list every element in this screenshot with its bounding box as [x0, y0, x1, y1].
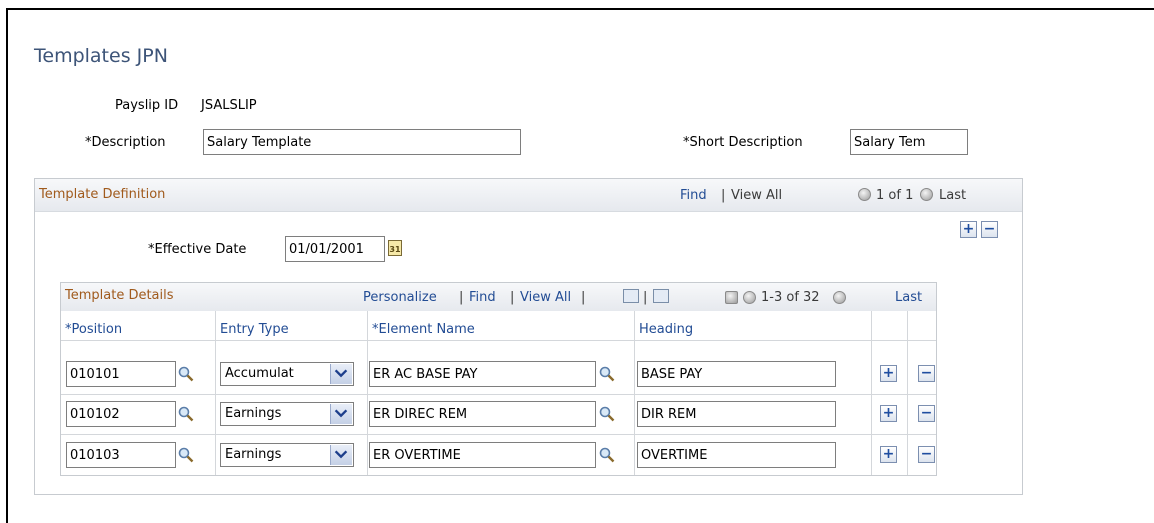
position-input[interactable] — [66, 442, 176, 468]
search-icon[interactable] — [178, 447, 194, 463]
search-icon[interactable] — [599, 406, 615, 422]
calendar-icon[interactable]: 31 — [388, 240, 402, 256]
next-icon[interactable] — [833, 291, 846, 304]
personalize-link[interactable]: Personalize — [363, 290, 437, 305]
column-divider — [215, 340, 216, 475]
row-divider — [61, 394, 936, 395]
payslip-id-value: JSALSLIP — [201, 98, 257, 113]
add-row-icon[interactable]: + — [880, 405, 897, 422]
chevron-down-icon — [330, 364, 352, 384]
delete-row-icon[interactable]: − — [918, 365, 935, 382]
search-icon[interactable] — [178, 366, 194, 382]
effective-date-label: *Effective Date — [148, 242, 247, 257]
column-divider — [907, 340, 908, 475]
separator: | — [643, 290, 648, 305]
heading-input[interactable] — [637, 442, 836, 468]
column-divider — [871, 340, 872, 475]
separator: | — [581, 290, 586, 305]
description-input[interactable] — [203, 129, 521, 155]
template-definition-title: Template Definition — [39, 187, 166, 202]
add-row-icon[interactable]: + — [960, 221, 977, 238]
column-divider — [367, 340, 368, 475]
description-label: *Description — [85, 135, 166, 150]
short-description-label: *Short Description — [683, 135, 803, 150]
view-all-link[interactable]: View All — [520, 290, 571, 305]
element-name-input[interactable] — [369, 401, 596, 427]
payslip-id-label: Payslip ID — [115, 98, 179, 113]
separator: | — [721, 188, 726, 203]
last-link[interactable]: Last — [939, 188, 966, 203]
row-divider — [61, 434, 936, 435]
row-count: 1-3 of 32 — [761, 290, 820, 305]
separator: | — [510, 290, 515, 305]
previous-icon[interactable] — [743, 291, 756, 304]
entry-type-select[interactable]: Accumulat — [220, 362, 354, 386]
row-count: 1 of 1 — [876, 188, 914, 203]
element-name-column-header[interactable]: *Element Name — [368, 311, 635, 341]
page-title: Templates JPN — [34, 45, 168, 67]
next-icon[interactable] — [920, 188, 933, 201]
add-column-header — [872, 311, 908, 341]
element-name-input[interactable] — [369, 361, 596, 387]
entry-type-select[interactable]: Earnings — [220, 443, 354, 467]
position-column-header[interactable]: *Position — [61, 311, 216, 341]
short-description-input[interactable] — [850, 129, 968, 155]
template-definition-header: Template Definition Find | View All 1 of… — [35, 179, 1022, 212]
effective-date-input[interactable] — [285, 236, 385, 262]
position-input[interactable] — [66, 361, 176, 387]
chevron-down-icon — [330, 404, 352, 424]
column-divider — [634, 340, 635, 475]
chevron-down-icon — [330, 445, 352, 465]
download-grid-icon[interactable] — [653, 289, 669, 303]
delete-row-icon[interactable]: − — [981, 221, 998, 238]
last-link[interactable]: Last — [895, 290, 922, 305]
entry-type-column-header[interactable]: Entry Type — [216, 311, 368, 341]
separator: | — [459, 290, 464, 305]
view-all-link[interactable]: View All — [731, 188, 782, 203]
entry-type-select[interactable]: Earnings — [220, 402, 354, 426]
template-details-title: Template Details — [65, 288, 174, 303]
heading-input[interactable] — [637, 361, 836, 387]
template-details-header: Template Details Personalize | Find | Vi… — [61, 283, 936, 312]
find-link[interactable]: Find — [680, 188, 707, 203]
delete-row-icon[interactable]: − — [918, 405, 935, 422]
first-page-icon[interactable] — [725, 291, 738, 304]
find-link[interactable]: Find — [469, 290, 496, 305]
heading-column-header[interactable]: Heading — [635, 311, 872, 341]
search-icon[interactable] — [178, 406, 194, 422]
heading-input[interactable] — [637, 401, 836, 427]
remove-column-header — [908, 311, 936, 341]
position-input[interactable] — [66, 401, 176, 427]
previous-icon[interactable] — [858, 188, 871, 201]
element-name-input[interactable] — [369, 442, 596, 468]
add-row-icon[interactable]: + — [880, 446, 897, 463]
search-icon[interactable] — [599, 366, 615, 382]
new-window-icon[interactable] — [623, 289, 639, 303]
search-icon[interactable] — [599, 447, 615, 463]
add-row-icon[interactable]: + — [880, 365, 897, 382]
delete-row-icon[interactable]: − — [918, 446, 935, 463]
